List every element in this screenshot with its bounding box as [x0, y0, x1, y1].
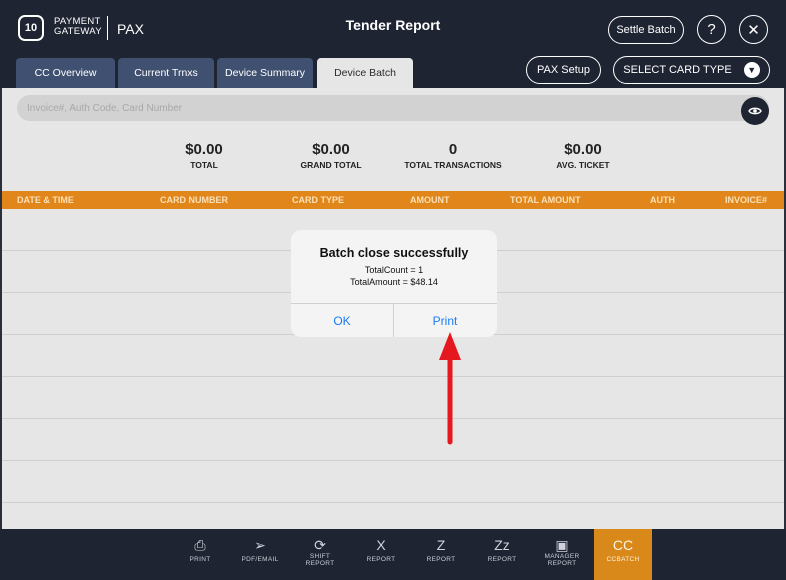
tab-cc-overview[interactable]: CC Overview — [16, 58, 115, 88]
z-report-icon: Z — [436, 537, 446, 553]
stat-total: $0.00 TOTAL — [160, 141, 248, 170]
table-row-divider — [2, 418, 784, 419]
ccbatch-label: CCBATCH — [606, 556, 640, 563]
stat-total-value: $0.00 — [185, 141, 223, 158]
stat-grand-total-label: GRAND TOTAL — [300, 160, 362, 170]
z-report-label: REPORT — [426, 556, 456, 563]
table-row-divider — [2, 460, 784, 461]
pdf-email-button[interactable]: ➢ PDF/EMAIL — [231, 529, 289, 580]
x-report-button[interactable]: X REPORT — [352, 529, 410, 580]
batch-close-dialog: Batch close successfully TotalCount = 1 … — [291, 230, 497, 337]
col-card-number[interactable]: CARD NUMBER — [160, 195, 228, 205]
x-report-label: REPORT — [366, 556, 396, 563]
zz-report-label: REPORT — [487, 556, 517, 563]
stat-total-transactions: 0 TOTAL TRANSACTIONS — [395, 141, 511, 170]
print-button[interactable]: ⎙ PRINT — [171, 529, 229, 580]
col-auth[interactable]: AUTH — [650, 195, 675, 205]
ok-button[interactable]: OK — [291, 304, 393, 337]
col-invoice[interactable]: INVOICE# — [725, 195, 767, 205]
dialog-total-count: TotalCount = 1 — [364, 265, 424, 275]
close-button[interactable]: ✕ — [739, 15, 768, 44]
top-header: 10 PAYMENT GATEWAY PAX Tender Report Set… — [0, 0, 786, 50]
stat-avg-ticket-label: AVG. TICKET — [556, 160, 610, 170]
table-row-divider — [2, 502, 784, 503]
col-date-time[interactable]: DATE & TIME — [17, 195, 74, 205]
x-report-icon: X — [376, 537, 386, 553]
col-card-type[interactable]: CARD TYPE — [292, 195, 344, 205]
question-icon: ? — [707, 21, 716, 38]
zz-report-button[interactable]: Zz REPORT — [473, 529, 531, 580]
col-total-amount[interactable]: TOTAL AMOUNT — [510, 195, 581, 205]
print-label: PRINT — [189, 556, 211, 563]
tab-current-trnxs[interactable]: Current Trnxs — [118, 58, 214, 88]
manager-report-button[interactable]: ▣ MANAGER REPORT — [533, 529, 591, 580]
dialog-title: Batch close successfully — [319, 246, 469, 260]
stat-avg-ticket-value: $0.00 — [564, 141, 602, 158]
stat-total-label: TOTAL — [190, 160, 218, 170]
zz-report-icon: Zz — [494, 537, 510, 553]
cc-icon: CC — [612, 537, 634, 553]
stat-grand-total-value: $0.00 — [312, 141, 350, 158]
dialog-message: TotalCount = 1 TotalAmount = $48.14 — [291, 264, 497, 288]
stat-total-transactions-value: 0 — [448, 141, 458, 158]
send-icon: ➢ — [254, 537, 266, 553]
tab-device-batch[interactable]: Device Batch — [317, 58, 413, 88]
dialog-total-amount: TotalAmount = $48.14 — [350, 277, 438, 287]
chevron-down-icon: ▼ — [743, 62, 760, 78]
close-icon: ✕ — [747, 21, 760, 39]
table-header: DATE & TIME CARD NUMBER CARD TYPE AMOUNT… — [2, 191, 784, 209]
stat-total-transactions-label: TOTAL TRANSACTIONS — [404, 160, 502, 170]
tab-device-summary[interactable]: Device Summary — [217, 58, 313, 88]
stat-avg-ticket: $0.00 AVG. TICKET — [536, 141, 630, 170]
shift-report-label: SHIFT REPORT — [305, 553, 335, 567]
bottom-toolbar: ⎙ PRINT ➢ PDF/EMAIL ⟳ SHIFT REPORT X REP… — [0, 529, 786, 580]
search-bar — [17, 95, 769, 121]
printer-icon: ⎙ — [194, 537, 206, 553]
shift-report-button[interactable]: ⟳ SHIFT REPORT — [291, 529, 349, 580]
card-type-select-value: SELECT CARD TYPE — [623, 64, 732, 76]
pax-setup-button[interactable]: PAX Setup — [526, 56, 601, 84]
red-arrow-annotation — [439, 332, 461, 445]
ccbatch-button[interactable]: CC CCBATCH — [594, 529, 652, 580]
help-button[interactable]: ? — [697, 15, 726, 44]
pdf-email-label: PDF/EMAIL — [241, 556, 279, 563]
card-type-select[interactable]: SELECT CARD TYPE ▼ — [613, 56, 770, 84]
col-amount[interactable]: AMOUNT — [410, 195, 450, 205]
z-report-button[interactable]: Z REPORT — [412, 529, 470, 580]
refresh-icon: ⟳ — [314, 537, 326, 553]
search-input[interactable] — [27, 100, 727, 116]
briefcase-icon: ▣ — [555, 537, 569, 553]
stat-grand-total: $0.00 GRAND TOTAL — [280, 141, 382, 170]
table-row-divider — [2, 376, 784, 377]
manager-report-label: MANAGER REPORT — [544, 553, 580, 567]
toggle-visibility-button[interactable] — [741, 97, 769, 125]
settle-batch-button[interactable]: Settle Batch — [608, 16, 684, 44]
eye-icon — [748, 107, 762, 115]
